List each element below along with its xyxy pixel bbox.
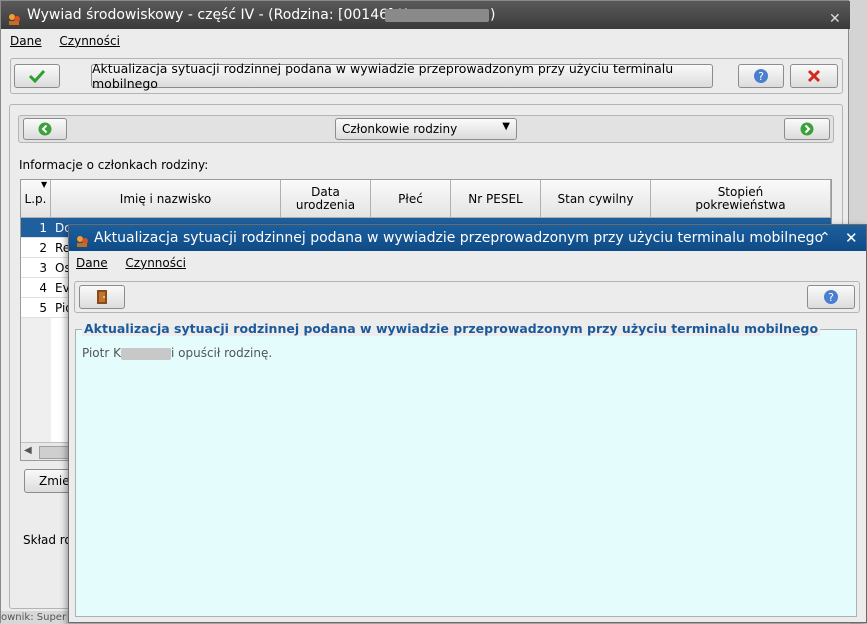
window-title-bar: Wywiad środowiskowy - część IV - (Rodzin… (1, 1, 850, 29)
app-icon (75, 231, 89, 247)
scrollbar-thumb[interactable] (39, 446, 71, 459)
close-icon[interactable]: ✕ (845, 225, 858, 251)
arrow-right-icon (800, 122, 814, 136)
cancel-button[interactable] (790, 64, 838, 88)
column-header-marital[interactable]: Stan cywilny (541, 180, 651, 218)
help-icon: ? (754, 69, 768, 83)
window-title-end: ) (490, 7, 496, 23)
minimize-icon[interactable]: ⌃ (819, 225, 831, 251)
svg-text:?: ? (828, 291, 834, 304)
redacted-surname (120, 347, 171, 360)
lp-column-bg (21, 318, 51, 442)
ok-button[interactable] (14, 64, 60, 88)
dialog-title: Aktualizacja sytuacji rodzinnej podana w… (94, 230, 824, 246)
update-info-button[interactable]: Aktualizacja sytuacji rodzinnej podana w… (91, 61, 713, 91)
redacted-name (385, 9, 489, 22)
scroll-left-icon[interactable]: ◀ (24, 445, 32, 456)
section-select[interactable]: Członkowie rodziny ▼ (335, 118, 517, 140)
mobile-update-dialog: Aktualizacja sytuacji rodzinnej podana w… (68, 224, 867, 623)
menu-czynnosci[interactable]: Czynności (59, 34, 120, 48)
navigation-bar: Członkowie rodziny ▼ (18, 115, 834, 143)
help-button[interactable]: ? (738, 64, 784, 88)
cross-icon (807, 69, 821, 83)
window-title: Wywiad środowiskowy - część IV - (Rodzin… (27, 7, 408, 23)
dialog-toolbar: ? (74, 281, 860, 313)
group-title: Aktualizacja sytuacji rodzinnej podana w… (82, 321, 821, 336)
toolbar-panel: Aktualizacja sytuacji rodzinnej podana w… (10, 58, 843, 94)
menu-czynnosci[interactable]: Czynności (125, 256, 186, 270)
update-info-label: Aktualizacja sytuacji rodzinnej podana w… (92, 61, 674, 91)
column-header-birthdate[interactable]: Data urodzenia (281, 180, 371, 218)
door-icon (97, 290, 107, 304)
dialog-title-bar: Aktualizacja sytuacji rodzinnej podana w… (69, 225, 866, 251)
menu-bar: Dane Czynności (10, 32, 134, 50)
update-group: Aktualizacja sytuacji rodzinnej podana w… (75, 321, 857, 617)
checkmark-icon (29, 69, 45, 83)
section-select-value: Członkowie rodziny (342, 122, 458, 136)
help-icon: ? (824, 290, 838, 304)
column-header-lp[interactable]: L.p. ▼ (21, 180, 51, 218)
menu-dane[interactable]: Dane (10, 34, 42, 48)
close-icon[interactable]: ✕ (829, 5, 841, 33)
arrow-left-icon (38, 122, 52, 136)
app-icon (7, 8, 21, 25)
column-header-sex[interactable]: Płeć (371, 180, 451, 218)
prev-button[interactable] (23, 118, 67, 140)
next-button[interactable] (784, 118, 830, 140)
section-label: Informacje o członkach rodziny: (19, 158, 209, 172)
chevron-down-icon: ▼ (502, 121, 510, 132)
sort-desc-icon: ▼ (41, 180, 48, 189)
update-message: Piotr Ki opuścił rodzinę. (82, 346, 273, 360)
column-header-name[interactable]: Imię i nazwisko (51, 180, 281, 218)
svg-text:?: ? (758, 70, 764, 83)
dialog-menu-bar: Dane Czynności (76, 254, 200, 272)
footer-label: Skład ro (23, 533, 72, 547)
column-header-pesel[interactable]: Nr PESEL (451, 180, 541, 218)
help-button[interactable]: ? (807, 285, 855, 309)
menu-dane[interactable]: Dane (76, 256, 108, 270)
exit-button[interactable] (79, 285, 125, 309)
column-header-kinship[interactable]: Stopień pokrewieństwa (651, 180, 831, 218)
